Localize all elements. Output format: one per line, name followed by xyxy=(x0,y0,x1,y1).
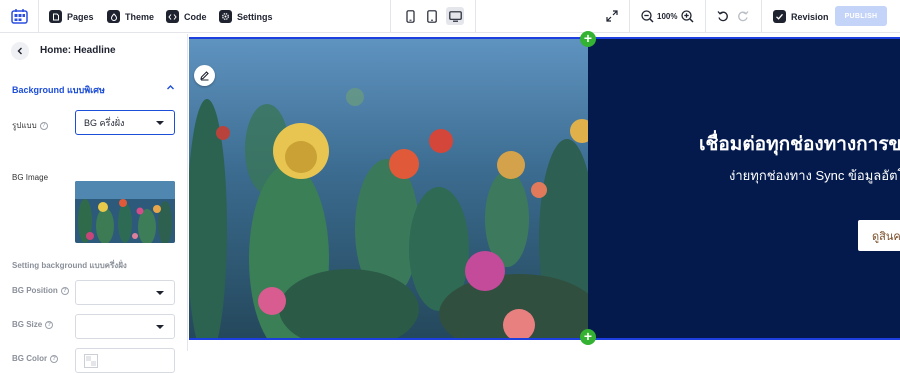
bg-position-select[interactable] xyxy=(75,280,175,305)
pages-label: Pages xyxy=(67,11,94,22)
expand-icon xyxy=(606,10,618,22)
bg-size-label-text: BG Size xyxy=(12,320,43,329)
setting-background-heading: Setting background แบบครึ่งฝั่ง xyxy=(12,261,127,270)
publish-button[interactable]: PUBLISH xyxy=(835,6,887,26)
settings-icon xyxy=(219,10,232,23)
hero-cta-button[interactable]: ดูสินค xyxy=(858,220,900,251)
theme-button[interactable]: Theme xyxy=(107,8,154,25)
undo-button[interactable] xyxy=(714,7,732,25)
code-icon xyxy=(166,10,179,23)
theme-label: Theme xyxy=(125,11,155,22)
caret-down-icon xyxy=(156,121,164,125)
headline-section[interactable]: เชื่อมต่อทุกช่องทางการข ง่ายทุกช่องทาง S… xyxy=(189,37,900,340)
bg-size-select[interactable] xyxy=(75,314,175,339)
pattern-label-text: รูปแบบ xyxy=(12,121,37,130)
desktop-icon xyxy=(448,10,462,22)
bg-image-thumbnail[interactable] xyxy=(75,181,175,243)
bg-color-label-text: BG Color xyxy=(12,354,48,363)
help-icon[interactable]: ? xyxy=(50,354,59,363)
editor-canvas: เชื่อมต่อทุกช่องทางการข ง่ายทุกช่องทาง S… xyxy=(189,31,900,351)
pattern-select-value: BG ครึ่งฝั่ง xyxy=(84,117,125,128)
edit-section-button[interactable] xyxy=(194,65,215,86)
zoom-out-button[interactable] xyxy=(638,7,656,25)
hero-subtitle: ง่ายทุกช่องทาง Sync ข้อมูลอัตโ xyxy=(729,168,900,183)
bg-size-label: BG Size ? xyxy=(12,320,54,329)
revision-icon xyxy=(773,10,786,23)
transparent-swatch-icon xyxy=(84,353,98,368)
pattern-label: รูปแบบ ? xyxy=(12,119,48,132)
zoom-in-icon xyxy=(680,9,694,23)
app-logo-icon[interactable] xyxy=(11,8,28,25)
settings-label: Settings xyxy=(237,11,273,22)
cactus-thumbnail-image xyxy=(75,181,175,243)
zoom-level: 100% xyxy=(657,12,678,21)
caret-down-icon xyxy=(156,291,164,295)
panel-title: Home: Headline xyxy=(40,45,116,56)
code-button[interactable]: Code xyxy=(166,8,207,25)
section-header-background[interactable]: Background แบบพิเศษ xyxy=(12,83,105,97)
bg-position-label: BG Position ? xyxy=(12,286,69,295)
chevron-left-icon xyxy=(17,47,22,55)
mobile-view-button[interactable] xyxy=(401,7,419,25)
help-icon[interactable]: ? xyxy=(45,320,54,329)
bg-color-picker[interactable] xyxy=(75,348,175,373)
pencil-icon xyxy=(200,71,209,81)
hero-title: เชื่อมต่อทุกช่องทางการข xyxy=(699,134,900,155)
tablet-icon xyxy=(427,9,437,23)
chevron-up-icon[interactable] xyxy=(166,83,175,92)
help-icon[interactable]: ? xyxy=(39,121,48,130)
cactus-background-image xyxy=(189,39,588,338)
theme-icon xyxy=(107,10,120,23)
code-label: Code xyxy=(184,11,207,22)
redo-icon xyxy=(738,11,749,22)
bg-position-label-text: BG Position xyxy=(12,286,58,295)
add-section-below-button[interactable]: + xyxy=(580,329,596,345)
redo-button[interactable] xyxy=(734,7,752,25)
fullscreen-button[interactable] xyxy=(603,7,621,25)
desktop-view-button[interactable] xyxy=(446,7,464,25)
pages-button[interactable]: Pages xyxy=(49,8,94,25)
zoom-in-button[interactable] xyxy=(678,7,696,25)
bg-color-label: BG Color ? xyxy=(12,354,59,363)
undo-icon xyxy=(717,11,728,22)
zoom-out-icon xyxy=(640,9,654,23)
back-button[interactable] xyxy=(11,42,29,60)
revision-button[interactable]: Revision xyxy=(773,8,829,25)
caret-down-icon xyxy=(156,325,164,329)
tablet-view-button[interactable] xyxy=(423,7,441,25)
settings-button[interactable]: Settings xyxy=(219,8,273,25)
mobile-icon xyxy=(405,9,415,23)
help-icon[interactable]: ? xyxy=(60,286,69,295)
add-section-above-button[interactable]: + xyxy=(580,31,596,47)
pattern-select[interactable]: BG ครึ่งฝั่ง xyxy=(75,110,175,135)
pages-icon xyxy=(49,10,62,23)
properties-panel: Home: Headline Background แบบพิเศษ รูปแบ… xyxy=(0,34,188,373)
bg-image-label: BG Image xyxy=(12,173,48,182)
bg-image-label-text: BG Image xyxy=(12,173,49,182)
revision-label: Revision xyxy=(791,11,829,22)
top-toolbar: Pages Theme Code Settings 100% Revision … xyxy=(0,0,900,33)
